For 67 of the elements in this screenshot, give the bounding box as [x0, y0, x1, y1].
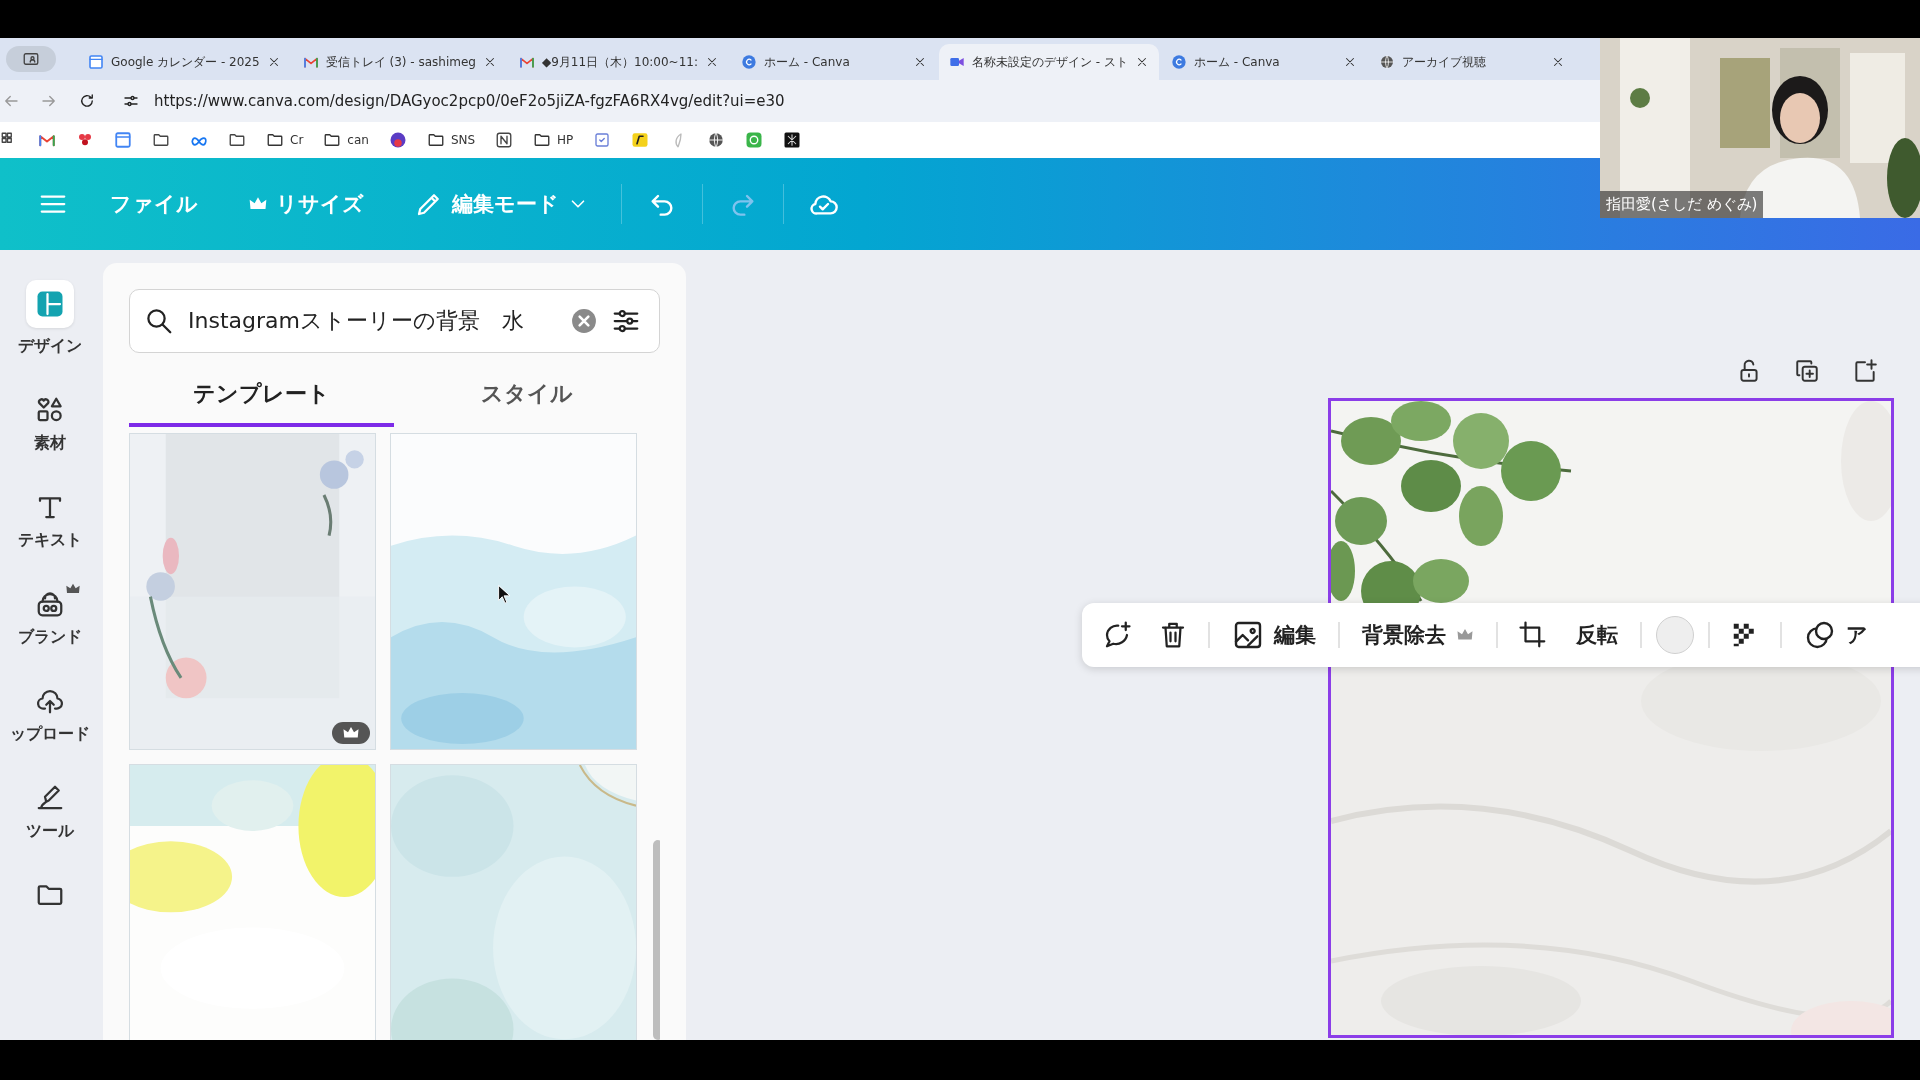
app-logo-icon	[631, 131, 650, 149]
browser-tab[interactable]: 受信トレイ (3) - sashimeg	[292, 44, 507, 80]
globe-icon	[707, 131, 726, 149]
duplicate-icon	[1794, 358, 1820, 384]
edit-button[interactable]: 編集	[1224, 613, 1324, 657]
panel-tab[interactable]: スタイル	[394, 371, 659, 427]
calendar-icon	[114, 131, 132, 149]
browser-tab[interactable]: ホーム - Canva	[731, 44, 937, 80]
overlap-icon	[1804, 619, 1836, 651]
canva-logo-icon	[1170, 54, 1187, 70]
calendar-icon	[88, 54, 104, 70]
sidebar-item[interactable]: 素材	[24, 387, 76, 454]
folder-icon	[228, 131, 246, 149]
crop-icon	[1518, 620, 1548, 650]
reload-icon	[78, 92, 96, 110]
search-icon	[144, 306, 174, 336]
sidebar-item[interactable]: デザイン	[8, 272, 92, 357]
folder-icon	[323, 131, 342, 149]
tab-title: ◆9月11日（木）10:00~11:	[541, 53, 698, 71]
globe-icon	[1378, 54, 1395, 70]
close-icon	[913, 55, 927, 69]
folder-icon	[533, 131, 552, 149]
flip-button[interactable]: 反転	[1568, 615, 1626, 655]
browser-tab[interactable]: ◆9月11日（木）10:00~11:	[508, 44, 729, 80]
tab-title: ホーム - Canva	[1193, 53, 1281, 71]
color-swatch[interactable]	[1656, 616, 1694, 654]
badge-icon	[388, 131, 407, 149]
address-bar[interactable]: https://www.canva.com/design/DAGyoc2pcp0/0eF2o5jiZA-fgzFA6RX4vg/edit?ui=e30	[122, 92, 785, 110]
sidebar-item[interactable]: ブランド	[8, 581, 92, 648]
browser-tab[interactable]: ホーム - Canva	[1160, 44, 1367, 80]
browser-tab[interactable]: Google カレンダー - 2025	[78, 44, 291, 80]
bookmark[interactable]: SNS	[426, 131, 476, 149]
folder-icon	[266, 131, 284, 149]
bookmark[interactable]: Cr	[266, 131, 304, 149]
tab-title: Google カレンダー - 2025	[111, 53, 260, 71]
sidebar-item[interactable]: ツール	[16, 775, 84, 842]
image-edit-icon	[1232, 619, 1264, 651]
brand-icon	[35, 589, 65, 619]
bookmark[interactable]: HP	[533, 131, 574, 149]
tab-title: ホーム - Canva	[764, 53, 851, 71]
scrollbar[interactable]	[653, 840, 660, 1040]
panel-tab[interactable]: テンプレート	[129, 371, 394, 427]
tab-search-button[interactable]	[6, 46, 56, 72]
participant-name: 指田愛(さしだ めぐみ)	[1600, 191, 1764, 218]
sidebar-item[interactable]: ップロード	[0, 678, 100, 745]
background-remover-button[interactable]: 背景除去	[1354, 615, 1482, 655]
dark-app-icon	[783, 131, 802, 149]
layout-icon	[26, 280, 74, 328]
add-page-icon	[1852, 358, 1878, 384]
search-field[interactable]: Instagramストーリーの背景 水	[129, 289, 660, 353]
tab-title: 名称未設定のデザイン - スト	[972, 53, 1128, 71]
notion-icon	[495, 131, 514, 149]
browser-tab[interactable]: アーカイブ視聴	[1368, 44, 1575, 80]
folder-icon	[426, 131, 445, 149]
clear-button[interactable]	[571, 308, 597, 334]
bookmark[interactable]: can	[323, 131, 369, 149]
close-icon	[705, 55, 719, 69]
sidebar-item[interactable]: テキスト	[8, 484, 92, 551]
calendar-check-icon	[593, 131, 612, 149]
canva-logo-icon	[741, 54, 757, 70]
tab-title: アーカイブ視聴	[1401, 53, 1487, 71]
tab-title: 受信トレイ (3) - sashimeg	[325, 53, 476, 71]
circle-logo-icon	[745, 131, 764, 149]
folder-icon	[152, 131, 170, 149]
overlap-button[interactable]: ア	[1796, 613, 1876, 657]
browser-tab[interactable]: 名称未設定のデザイン - スト	[939, 44, 1159, 80]
tab-search-icon	[22, 50, 40, 68]
